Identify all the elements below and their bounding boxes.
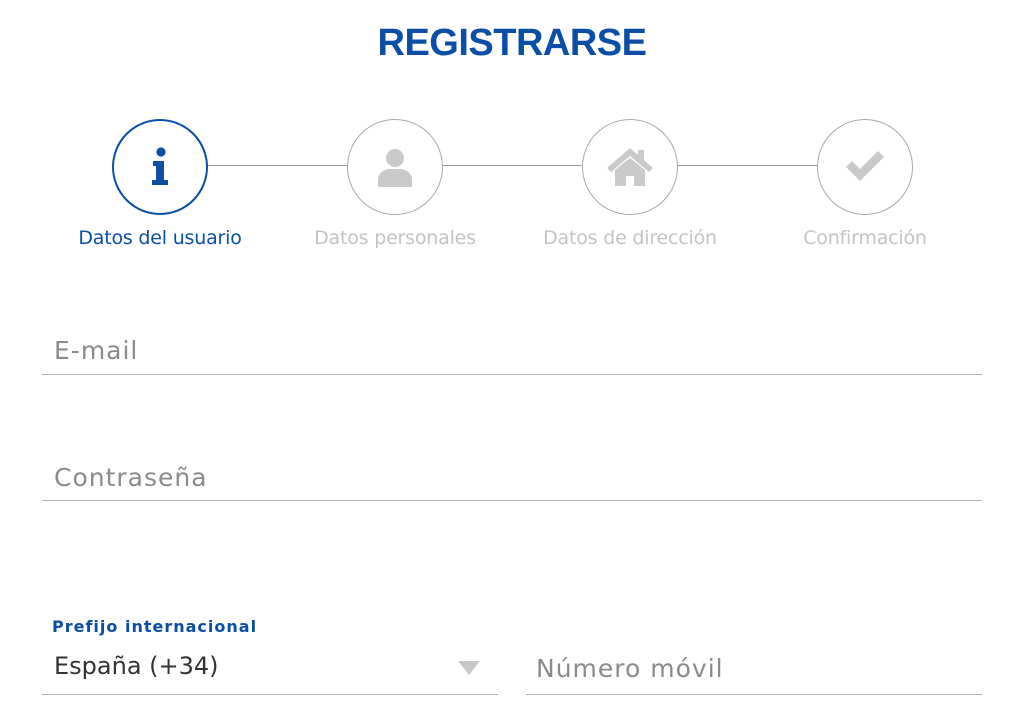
step-label-personal-data: Datos personales bbox=[314, 227, 476, 249]
step-connector bbox=[206, 165, 349, 166]
page-title: REGISTRARSE bbox=[377, 22, 647, 64]
email-placeholder: E-mail bbox=[54, 336, 139, 365]
step-2-personal-data[interactable] bbox=[347, 119, 443, 215]
step-label-user-data: Datos del usuario bbox=[78, 227, 242, 249]
step-4-confirmation[interactable] bbox=[817, 119, 913, 215]
password-placeholder: Contraseña bbox=[54, 463, 208, 492]
step-connector bbox=[442, 165, 585, 166]
phone-prefix-value: España (+34) bbox=[54, 652, 219, 680]
step-label-address-data: Datos de dirección bbox=[543, 227, 717, 249]
email-field[interactable]: E-mail bbox=[42, 322, 982, 375]
dropdown-arrow-icon[interactable] bbox=[458, 661, 480, 675]
step-1-user-data[interactable] bbox=[112, 119, 208, 215]
mobile-number-field[interactable]: Número móvil bbox=[526, 640, 982, 695]
phone-prefix-select[interactable]: España (+34) bbox=[42, 640, 498, 695]
info-icon bbox=[148, 147, 172, 187]
step-connector bbox=[677, 165, 820, 166]
checkmark-icon bbox=[843, 150, 887, 184]
password-field[interactable]: Contraseña bbox=[42, 448, 982, 501]
step-label-confirmation: Confirmación bbox=[803, 227, 927, 249]
user-icon bbox=[376, 147, 414, 187]
home-icon bbox=[607, 148, 653, 186]
mobile-number-placeholder: Número móvil bbox=[536, 654, 724, 683]
phone-prefix-label: Prefijo internacional bbox=[52, 617, 258, 636]
step-3-address-data[interactable] bbox=[582, 119, 678, 215]
registration-page: REGISTRARSE Datos del usuario Datos pers… bbox=[0, 0, 1024, 721]
